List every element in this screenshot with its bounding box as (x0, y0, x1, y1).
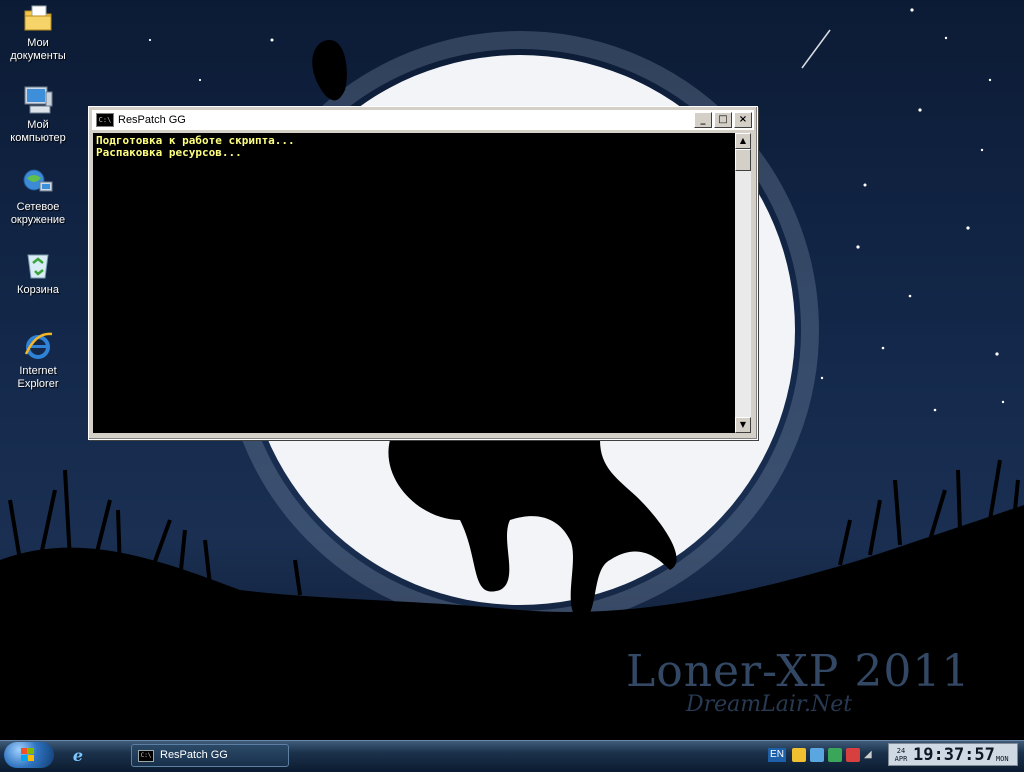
desktop-icon-label: окружение (10, 214, 66, 226)
desktop-icon-my-computer[interactable]: Мой компьютер (0, 84, 76, 145)
vertical-scrollbar[interactable]: ▲ ▼ (735, 133, 751, 433)
desktop-icon-internet-explorer[interactable]: Internet Explorer (0, 330, 76, 391)
my-computer-icon (22, 84, 54, 116)
maximize-button[interactable]: □ (714, 112, 732, 128)
window-title: ResPatch GG (118, 114, 186, 126)
network-places-icon (22, 166, 54, 198)
scroll-thumb[interactable] (735, 149, 751, 171)
windows-logo-icon (21, 748, 34, 761)
antivirus-icon[interactable] (846, 748, 860, 762)
internet-explorer-icon[interactable]: e (68, 746, 88, 765)
taskbar-clock[interactable]: 24 APR 19:37:57 MON (888, 743, 1018, 766)
desktop-icon-label: Сетевое (16, 201, 60, 213)
desktop-icon-label: Мои (27, 37, 49, 49)
desktop-icon-network-places[interactable]: Сетевое окружение (0, 166, 76, 227)
console-line: Распаковка ресурсов... (96, 146, 242, 159)
clock-weekday: MON (995, 754, 1009, 763)
taskbar: e C:\ ResPatch GG EN ◢ 24 APR 19:37:57 M… (0, 740, 1024, 769)
desktop-icon-label: документы (10, 50, 66, 62)
clock-month: APR (894, 754, 908, 763)
desktop-icon-label: Internet (19, 365, 57, 377)
system-tray: EN ◢ (768, 744, 882, 766)
network-icon[interactable] (810, 748, 824, 762)
console-output[interactable]: Подготовка к работе скрипта... Распаковка… (93, 133, 735, 433)
minimize-button[interactable]: _ (694, 112, 712, 128)
taskbar-button-respatch[interactable]: C:\ ResPatch GG (131, 744, 289, 767)
safely-remove-icon[interactable] (828, 748, 842, 762)
desktop-icon-label: Корзина (17, 284, 59, 296)
desktop-icon-label: компьютер (10, 132, 66, 144)
desktop-icon-my-documents[interactable]: Мои документы (0, 2, 76, 63)
language-indicator[interactable]: EN (768, 748, 786, 762)
console-window[interactable]: C:\ ResPatch GG _ □ × Подготовка к работ… (88, 106, 758, 440)
console-app-icon: C:\ (138, 749, 154, 762)
recycle-bin-icon (22, 249, 54, 281)
scroll-down-button[interactable]: ▼ (735, 417, 751, 433)
clock-day: 24 (896, 746, 906, 755)
console-titlebar[interactable]: C:\ ResPatch GG _ □ × (92, 110, 754, 130)
security-shield-icon[interactable] (792, 748, 806, 762)
start-button[interactable] (4, 742, 54, 768)
wallpaper-watermark: Loner-XP 2011 (626, 646, 971, 697)
desktop-icon-recycle-bin[interactable]: Корзина (0, 249, 76, 297)
wallpaper-watermark-site: DreamLair.Net (686, 692, 853, 717)
desktop-icon-label: Explorer (17, 378, 59, 390)
my-documents-icon (22, 2, 54, 34)
volume-icon[interactable]: ◢ (864, 748, 878, 762)
clock-time: 19:37:57 (913, 744, 995, 765)
internet-explorer-icon (22, 330, 54, 362)
close-button[interactable]: × (734, 112, 752, 128)
clock-date: 24 APR (889, 747, 913, 763)
console-app-icon[interactable]: C:\ (96, 113, 114, 127)
taskbar-button-label: ResPatch GG (160, 749, 228, 761)
desktop-icon-label: Мой (27, 119, 49, 131)
scroll-up-button[interactable]: ▲ (735, 133, 751, 149)
